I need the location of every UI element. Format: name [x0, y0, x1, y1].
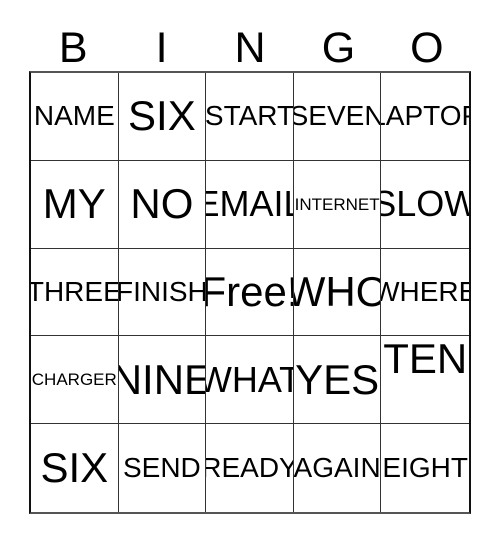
bingo-cell-label: YES [295, 355, 380, 403]
bingo-cell-r5-c5[interactable]: EIGHT [381, 424, 469, 512]
bingo-header-letter-n: N [234, 24, 266, 72]
bingo-cell-label: NAME [33, 100, 115, 132]
bingo-cell-r2-c5[interactable]: SLOW [381, 160, 469, 249]
bingo-cell-r1-c2[interactable]: SIX [118, 73, 207, 161]
bingo-header-letter-g: G [321, 24, 356, 72]
bingo-cell-r2-c2[interactable]: NO [118, 160, 207, 249]
bingo-header-row: BINGO [29, 16, 471, 71]
bingo-cell-r4-c2[interactable]: NINE [118, 336, 207, 425]
bingo-cell-r4-c4[interactable]: YES [293, 336, 382, 425]
bingo-cell-label: NINE [119, 355, 206, 403]
bingo-cell-label: MY [42, 180, 106, 228]
bingo-cell-r5-c1[interactable]: SIX [31, 424, 119, 512]
bingo-header-letter-o: O [410, 24, 444, 72]
bingo-cell-label: THREE [31, 275, 119, 307]
bingo-cell-r2-c3[interactable]: EMAIL [206, 160, 294, 249]
bingo-cell-label: EIGHT [382, 452, 468, 484]
bingo-cell-label: WHAT [206, 358, 293, 400]
bingo-cell-r1-c4[interactable]: SEVEN [293, 73, 382, 161]
bingo-cell-r4-c1[interactable]: CHARGER [31, 336, 119, 425]
bingo-cell-r4-c5[interactable]: TEN [381, 336, 469, 425]
bingo-cell-label: FINISH [118, 275, 207, 307]
bingo-cell-label: Free! [206, 267, 294, 315]
bingo-cell-label: EMAIL [206, 183, 293, 225]
bingo-cell-label: AGAIN [293, 452, 381, 484]
bingo-cell-r5-c2[interactable]: SEND [118, 424, 207, 512]
bingo-cell-label: START [206, 100, 294, 132]
bingo-cell-label: READY [206, 452, 294, 484]
bingo-cell-r4-c3[interactable]: WHAT [206, 336, 294, 425]
bingo-cell-label: SEND [122, 452, 201, 484]
bingo-grid: NAME SIX STARTSEVENLAPTOP MY NO EMAILINTERNET… [29, 71, 471, 514]
bingo-cell-r5-c4[interactable]: AGAIN [293, 424, 382, 512]
bingo-cell-r1-c5[interactable]: LAPTOP [381, 73, 469, 161]
bingo-cell-r3-c3[interactable]: Free! [206, 248, 294, 337]
bingo-cell-label: NO [130, 180, 194, 228]
bingo-cell-r2-c1[interactable]: MY [31, 160, 119, 249]
bingo-cell-label: CHARGER [31, 370, 117, 390]
bingo-cell-r5-c3[interactable]: READY [206, 424, 294, 512]
bingo-cell-r2-c4[interactable]: INTERNET [293, 160, 382, 249]
bingo-cell-label: SEVEN [293, 100, 382, 132]
bingo-cell-label: LAPTOP [381, 100, 469, 132]
bingo-cell-label: WHERE [381, 275, 469, 307]
bingo-cell-r3-c1[interactable]: THREE [31, 248, 119, 337]
bingo-cell-r3-c4[interactable]: WHO [293, 248, 382, 337]
bingo-cell-r1-c1[interactable]: NAME [31, 73, 119, 161]
bingo-cell-label: SIX [40, 444, 109, 492]
bingo-cell-label: SIX [128, 92, 196, 140]
bingo-header-letter-i: I [155, 24, 168, 72]
bingo-cell-r3-c5[interactable]: WHERE [381, 248, 469, 337]
bingo-cell-label: TEN [383, 336, 468, 383]
bingo-cell-label: WHO [294, 267, 381, 315]
bingo-cell-label: INTERNET [294, 194, 380, 214]
bingo-header-letter-b: B [58, 24, 88, 72]
bingo-cell-r1-c3[interactable]: START [206, 73, 294, 161]
bingo-cell-label: SLOW [381, 183, 469, 225]
bingo-card: B I N G O NAME SIX STARTSEVENLAPTOP MY NO EMAILIN… [0, 0, 500, 544]
bingo-cell-r3-c2[interactable]: FINISH [118, 248, 207, 337]
